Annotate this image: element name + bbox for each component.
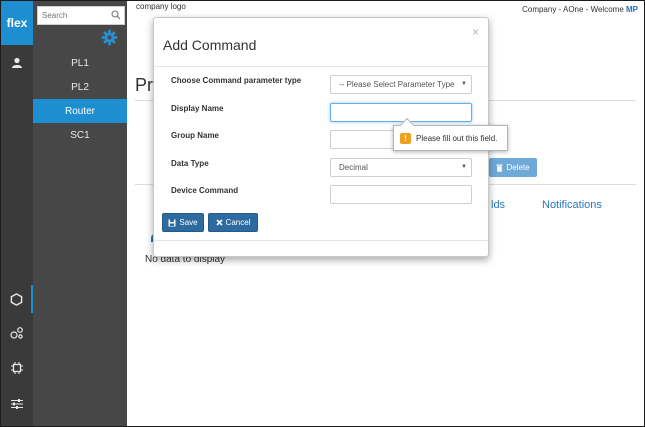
save-button[interactable]: Save — [162, 213, 204, 232]
group-name-label: Group Name — [171, 131, 220, 140]
trash-icon — [496, 164, 503, 172]
modal-title: Add Command — [163, 37, 257, 53]
search-icon[interactable] — [111, 10, 121, 23]
save-label: Save — [179, 218, 198, 227]
page-title: Pr — [135, 75, 153, 95]
parameter-type-select[interactable]: -- Please Select Parameter Type ▼ — [330, 75, 472, 94]
search-box[interactable] — [37, 6, 125, 25]
icon-rail: flex — [1, 1, 33, 426]
sliders-icon[interactable] — [1, 390, 33, 418]
user-initials[interactable]: MP — [626, 5, 638, 14]
welcome-label: Company - AOne - Welcome — [522, 5, 624, 14]
floppy-icon — [168, 219, 176, 226]
hexagon-icon[interactable] — [1, 285, 33, 313]
device-command-label: Device Command — [171, 186, 239, 195]
sidebar-item-pl2[interactable]: PL2 — [33, 75, 127, 99]
display-name-label: Display Name — [171, 104, 224, 113]
divider — [154, 240, 488, 241]
tab-notifications[interactable]: Notifications — [542, 199, 602, 211]
validation-tooltip: ! Please fill out this field. — [393, 117, 508, 151]
gear-icon[interactable] — [101, 29, 118, 49]
caret-down-icon: ▼ — [461, 164, 467, 170]
circles-icon[interactable] — [1, 319, 33, 347]
display-name-input[interactable] — [330, 103, 472, 122]
parameter-type-label: Choose Command parameter type — [171, 76, 302, 85]
data-type-label: Data Type — [171, 159, 209, 168]
data-type-select[interactable]: Decimal ▼ — [330, 158, 472, 177]
delete-button[interactable]: Delete — [489, 158, 537, 177]
sidebar-item-pl1[interactable]: PL1 — [33, 51, 127, 75]
data-type-value: Decimal — [339, 163, 368, 172]
flex-logo[interactable]: flex — [1, 1, 33, 45]
parameter-type-value: -- Please Select Parameter Type — [339, 80, 455, 89]
warning-icon: ! — [400, 132, 411, 144]
delete-label: Delete — [506, 163, 530, 172]
divider — [154, 66, 488, 67]
close-icon[interactable]: × — [472, 25, 479, 39]
device-command-input[interactable] — [330, 185, 472, 204]
cancel-label: Cancel — [225, 218, 251, 227]
sidebar: PL1 PL2 Router SC1 — [33, 1, 127, 426]
tooltip-text: Please fill out this field. — [416, 133, 498, 143]
tab-fields[interactable]: lds — [491, 199, 505, 211]
x-icon — [215, 219, 223, 226]
company-logo: company logo — [136, 2, 186, 11]
welcome-text: Company - AOne - Welcome MP — [522, 5, 638, 14]
cancel-button[interactable]: Cancel — [208, 213, 258, 232]
user-icon[interactable] — [1, 49, 33, 77]
chip-icon[interactable] — [1, 354, 33, 382]
sidebar-item-sc1[interactable]: SC1 — [33, 123, 127, 147]
search-input[interactable] — [42, 11, 112, 20]
caret-down-icon: ▼ — [461, 81, 467, 87]
sidebar-item-router[interactable]: Router — [33, 99, 127, 123]
